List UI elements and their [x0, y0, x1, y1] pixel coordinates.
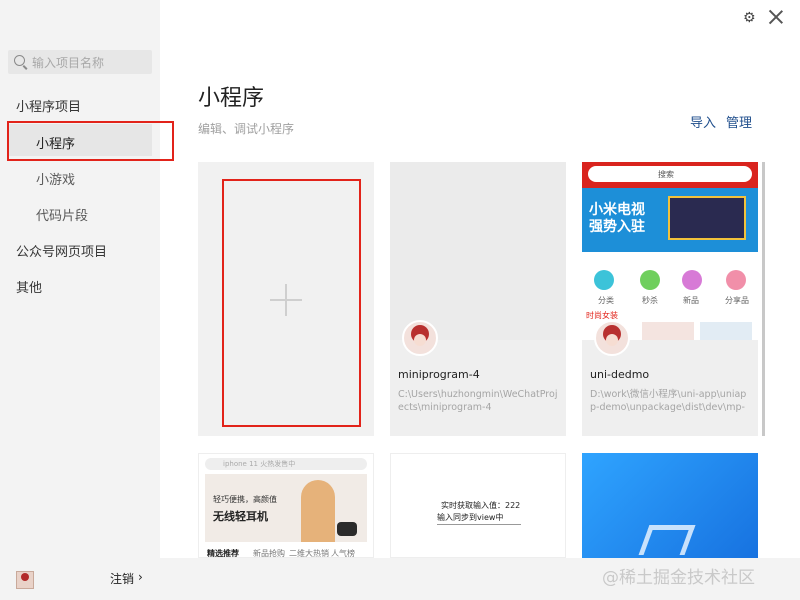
avatar[interactable] [16, 571, 34, 589]
thumb-text-line1: 实时获取输入值：222 [441, 501, 521, 510]
project-card[interactable]: iphone 11 火热发售中 轻巧便携，高颜值 无线轻耳机 精选推荐 新品抢购… [198, 453, 374, 558]
thumb-banner: 小米电视 强势入驻 [582, 188, 758, 252]
thumb-product [700, 322, 752, 340]
thumb-search-bar: 搜索 [588, 166, 752, 182]
close-icon[interactable] [768, 9, 784, 25]
sidebar-section-miniprogram[interactable]: 小程序项目 [16, 96, 81, 115]
new-icon [682, 270, 702, 290]
thumb-tab: 人气榜 [331, 549, 355, 558]
project-name: miniprogram-4 [398, 368, 480, 381]
earbud-case-image [337, 522, 357, 536]
thumb-input-underline [437, 524, 521, 525]
thumb-icon-label-1: 秒杀 [642, 296, 658, 305]
project-card[interactable]: 搜索 小米电视 强势入驻 分类 秒杀 新品 分享品 时尚女装 uni-dedmo… [582, 162, 758, 436]
watermark: @稀土掘金技术社区 [602, 568, 755, 588]
thumb-product [642, 322, 694, 340]
project-card[interactable]: miniprogram-4 C:\Users\huzhongmin\WeChat… [390, 162, 566, 436]
sidebar-item-code-snippet[interactable]: 代码片段 [36, 205, 88, 224]
project-card[interactable] [582, 453, 758, 558]
project-thumbnail [390, 162, 566, 340]
thumb-icon-label-3: 分享品 [725, 296, 749, 305]
thumb-banner-line1: 轻巧便携，高颜值 [213, 495, 277, 504]
avatar [594, 320, 630, 356]
project-thumbnail: 搜索 小米电视 强势入驻 分类 秒杀 新品 分享品 时尚女装 [582, 162, 758, 340]
sidebar: 输入项目名称 小程序项目 小程序 小游戏 代码片段 公众号网页项目 其他 [0, 0, 160, 600]
thumb-icon-label-0: 分类 [598, 296, 614, 305]
sidebar-section-other[interactable]: 其他 [16, 277, 42, 296]
highlight-box-new-project [222, 179, 361, 427]
thumb-tab: 精选推荐 [207, 549, 239, 558]
thumb-banner-line2: 强势入驻 [589, 219, 645, 235]
thumb-tab: 新品抢购 [253, 549, 285, 558]
share-icon [726, 270, 746, 290]
project-name: uni-dedmo [590, 368, 650, 381]
thumb-icon-label-2: 新品 [683, 296, 699, 305]
tv-image [668, 196, 746, 240]
scrollbar[interactable] [762, 162, 765, 436]
sidebar-item-minigame[interactable]: 小游戏 [36, 169, 75, 188]
gear-icon[interactable]: ⚙ [743, 11, 757, 25]
project-path: D:\work\微信小程序\uni-app\uniapp-demo\unpack… [590, 389, 747, 413]
project-card[interactable]: 实时获取输入值：222 输入同步到view中 [390, 453, 566, 558]
search-placeholder: 输入项目名称 [32, 56, 105, 70]
model-image [301, 480, 335, 542]
page-subtitle: 编辑、调试小程序 [198, 122, 295, 136]
project-path: C:\Users\huzhongmin\WeChatProjects\minip… [398, 389, 558, 413]
page-title: 小程序 [198, 86, 265, 111]
thumb-tab: 二维大热销 [289, 549, 329, 558]
thumb-text-line2: 输入同步到view中 [437, 513, 504, 522]
search-icon [14, 55, 25, 66]
avatar [402, 320, 438, 356]
search-input[interactable]: 输入项目名称 [8, 50, 152, 74]
thumb-banner: 轻巧便携，高颜值 无线轻耳机 [205, 474, 367, 542]
thumb-search-text: 搜索 [658, 170, 674, 179]
import-link[interactable]: 导入 [690, 112, 716, 131]
logout-button[interactable]: 注销 [110, 570, 134, 587]
thumb-banner-line1: 小米电视 [589, 202, 645, 218]
category-icon [594, 270, 614, 290]
flash-sale-icon [640, 270, 660, 290]
thumb-search-bar: iphone 11 火热发售中 [205, 458, 367, 470]
thumb-search-text: iphone 11 火热发售中 [223, 460, 296, 468]
thumb-banner-line2: 无线轻耳机 [213, 510, 268, 523]
manage-link[interactable]: 管理 [726, 112, 752, 131]
sidebar-section-official-account[interactable]: 公众号网页项目 [16, 241, 107, 260]
chevron-right-icon: › [138, 570, 143, 584]
highlight-box-sidebar [7, 121, 174, 161]
